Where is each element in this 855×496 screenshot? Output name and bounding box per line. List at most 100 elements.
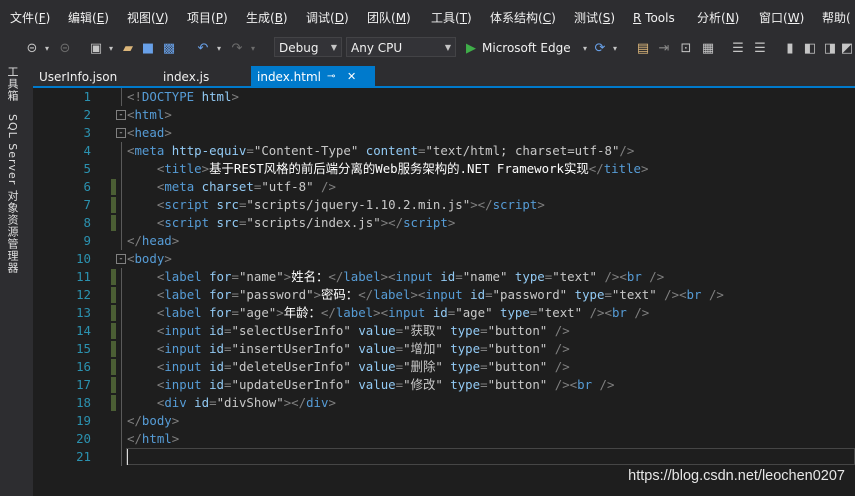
code-token: type — [500, 305, 530, 320]
save-all-icon[interactable]: ▩ — [160, 38, 178, 58]
code-token: title — [164, 161, 202, 176]
menu-item[interactable]: 调试(D) — [306, 10, 349, 26]
chevron-down-icon[interactable]: ▾ — [610, 38, 620, 58]
code-line[interactable]: 15 <input id="insertUserInfo" value="增加"… — [33, 340, 855, 358]
code-line[interactable]: 18 <div id="divShow"></div> — [33, 394, 855, 412]
next-bookmark-icon[interactable]: ◨ — [822, 38, 838, 58]
chevron-down-icon[interactable]: ▾ — [106, 38, 116, 58]
menu-item[interactable]: 帮助( — [822, 10, 851, 26]
code-line[interactable]: 12 <label for="password">密码：</label><inp… — [33, 286, 855, 304]
sql-server-explorer-tab[interactable]: SQL Server 对象资源管理器 — [4, 114, 20, 274]
code-token: script — [164, 197, 210, 212]
bookmark-icon[interactable]: ▮ — [782, 38, 798, 58]
code-line[interactable]: 20 </html> — [33, 430, 855, 448]
code-line[interactable]: 17 <input id="updateUserInfo" value="修改"… — [33, 376, 855, 394]
code-token: input — [388, 305, 426, 320]
save-icon[interactable]: ■ — [140, 38, 156, 58]
code-token: "age" — [238, 305, 277, 320]
code-line[interactable]: 11 <label for="name">姓名：</label><input i… — [33, 268, 855, 286]
collapse-icon[interactable]: - — [116, 254, 126, 264]
tab-index-js[interactable]: index.js — [157, 66, 215, 88]
code-token: /> — [634, 305, 650, 320]
menu-item[interactable]: 窗口(W) — [759, 10, 804, 26]
code-text: </head> — [127, 232, 179, 250]
redo-icon[interactable]: ↷ — [228, 38, 246, 58]
code-line[interactable]: 2 - <html> — [33, 106, 855, 124]
code-editor[interactable]: 1 <!DOCTYPE html> 2- <html> 3- <head> 4 <meta h… — [33, 88, 855, 496]
clear-bookmarks-icon[interactable]: ◩ — [840, 38, 854, 58]
uncomment-icon[interactable]: ☰ — [752, 38, 768, 58]
menu-item[interactable]: 分析(N) — [697, 10, 739, 26]
menu-label: 团队( — [367, 11, 396, 25]
code-token: DOCTYPE — [141, 89, 195, 104]
back-icon[interactable]: ⊝ — [24, 38, 40, 58]
forward-icon[interactable]: ⊝ — [58, 38, 72, 58]
code-token: type — [514, 269, 545, 284]
comment-icon[interactable]: ☰ — [730, 38, 746, 58]
code-line[interactable]: 8 <script src="scripts/index.js"></scrip… — [33, 214, 855, 232]
open-folder-icon[interactable]: ▰ — [120, 38, 136, 58]
code-line[interactable]: 5 <title>基于REST风格的前后端分离的Web服务架构的.NET Fra… — [33, 160, 855, 178]
code-text: <script src="scripts/index.js"></script> — [127, 214, 455, 232]
play-icon[interactable]: ▶ — [464, 38, 478, 58]
code-line[interactable]: 1 <!DOCTYPE html> — [33, 88, 855, 106]
chevron-down-icon[interactable]: ▾ — [42, 38, 52, 58]
outline-guide — [121, 88, 122, 106]
new-project-icon[interactable]: ▣ — [88, 38, 104, 58]
refresh-icon[interactable]: ⟳ — [592, 38, 608, 58]
find-icon[interactable]: ⊡ — [678, 38, 694, 58]
menu-item[interactable]: 文件(F) — [10, 10, 50, 26]
code-line[interactable]: 4 <meta http-equiv="Content-Type" content… — [33, 142, 855, 160]
code-token: type — [574, 287, 605, 302]
code-line[interactable]: 10 - <body> — [33, 250, 855, 268]
outline-guide — [121, 340, 122, 358]
menu-item[interactable]: 工具(T) — [431, 10, 472, 26]
code-line[interactable]: 14 <input id="selectUserInfo" value="获取"… — [33, 322, 855, 340]
menu-item[interactable]: 体系结构(C) — [490, 10, 556, 26]
code-token: /> — [708, 287, 724, 302]
change-marker — [111, 305, 116, 321]
code-line[interactable]: 6 <meta charset="utf-8" /> — [33, 178, 855, 196]
collapse-icon[interactable]: - — [116, 128, 126, 138]
code-line[interactable]: 19 </body> — [33, 412, 855, 430]
tab-index-html[interactable]: index.html ⊸ ✕ — [251, 66, 375, 88]
menu-item[interactable]: 测试(S) — [574, 10, 615, 26]
code-token: id — [432, 305, 448, 320]
run-target-button[interactable]: Microsoft Edge — [482, 38, 578, 58]
code-line[interactable]: 7 <script src="scripts/jquery-1.10.2.min… — [33, 196, 855, 214]
tab-userinfo-json[interactable]: UserInfo.json — [33, 66, 123, 88]
platform-dropdown[interactable]: Any CPU ▼ — [346, 37, 456, 57]
code-token: "age" — [455, 305, 493, 320]
menu-item[interactable]: 项目(P) — [187, 10, 228, 26]
outline-icon[interactable]: ▦ — [700, 38, 716, 58]
code-line[interactable]: 21 — [33, 448, 855, 466]
code-line[interactable]: 16 <input id="deleteUserInfo" value="删除"… — [33, 358, 855, 376]
code-token: label — [343, 269, 381, 284]
menu-item[interactable]: 编辑(E) — [68, 10, 109, 26]
menu-label: 文件( — [10, 11, 39, 25]
chevron-down-icon[interactable]: ▾ — [248, 38, 258, 58]
undo-icon[interactable]: ↶ — [194, 38, 212, 58]
menu-item[interactable]: 团队(M) — [367, 10, 411, 26]
chevron-down-icon[interactable]: ▾ — [214, 38, 224, 58]
toolbox-tab[interactable]: 工具箱 — [4, 66, 20, 102]
chevron-down-icon[interactable]: ▾ — [580, 38, 590, 58]
code-line[interactable]: 13 <label for="age">年龄：</label><input id… — [33, 304, 855, 322]
menu-item[interactable]: 视图(V) — [127, 10, 169, 26]
code-token: value — [358, 341, 396, 356]
pin-icon[interactable]: ⊸ — [327, 66, 335, 88]
prev-bookmark-icon[interactable]: ◧ — [802, 38, 818, 58]
menu-item[interactable]: R Tools — [633, 10, 675, 26]
code-token: "button" — [487, 377, 548, 392]
browser-link-icon[interactable]: ▤ — [634, 38, 652, 58]
code-line[interactable]: 3 - <head> — [33, 124, 855, 142]
code-line[interactable]: 9 </head> — [33, 232, 855, 250]
menu-item[interactable]: 生成(B) — [246, 10, 288, 26]
code-token: "deleteUserInfo" — [231, 359, 351, 374]
change-marker — [111, 377, 116, 393]
step-icon[interactable]: ⇥ — [656, 38, 672, 58]
solution-config-dropdown[interactable]: Debug ▼ — [274, 37, 342, 57]
collapse-icon[interactable]: - — [116, 110, 126, 120]
close-icon[interactable]: ✕ — [347, 66, 356, 88]
outline-guide — [121, 358, 122, 376]
